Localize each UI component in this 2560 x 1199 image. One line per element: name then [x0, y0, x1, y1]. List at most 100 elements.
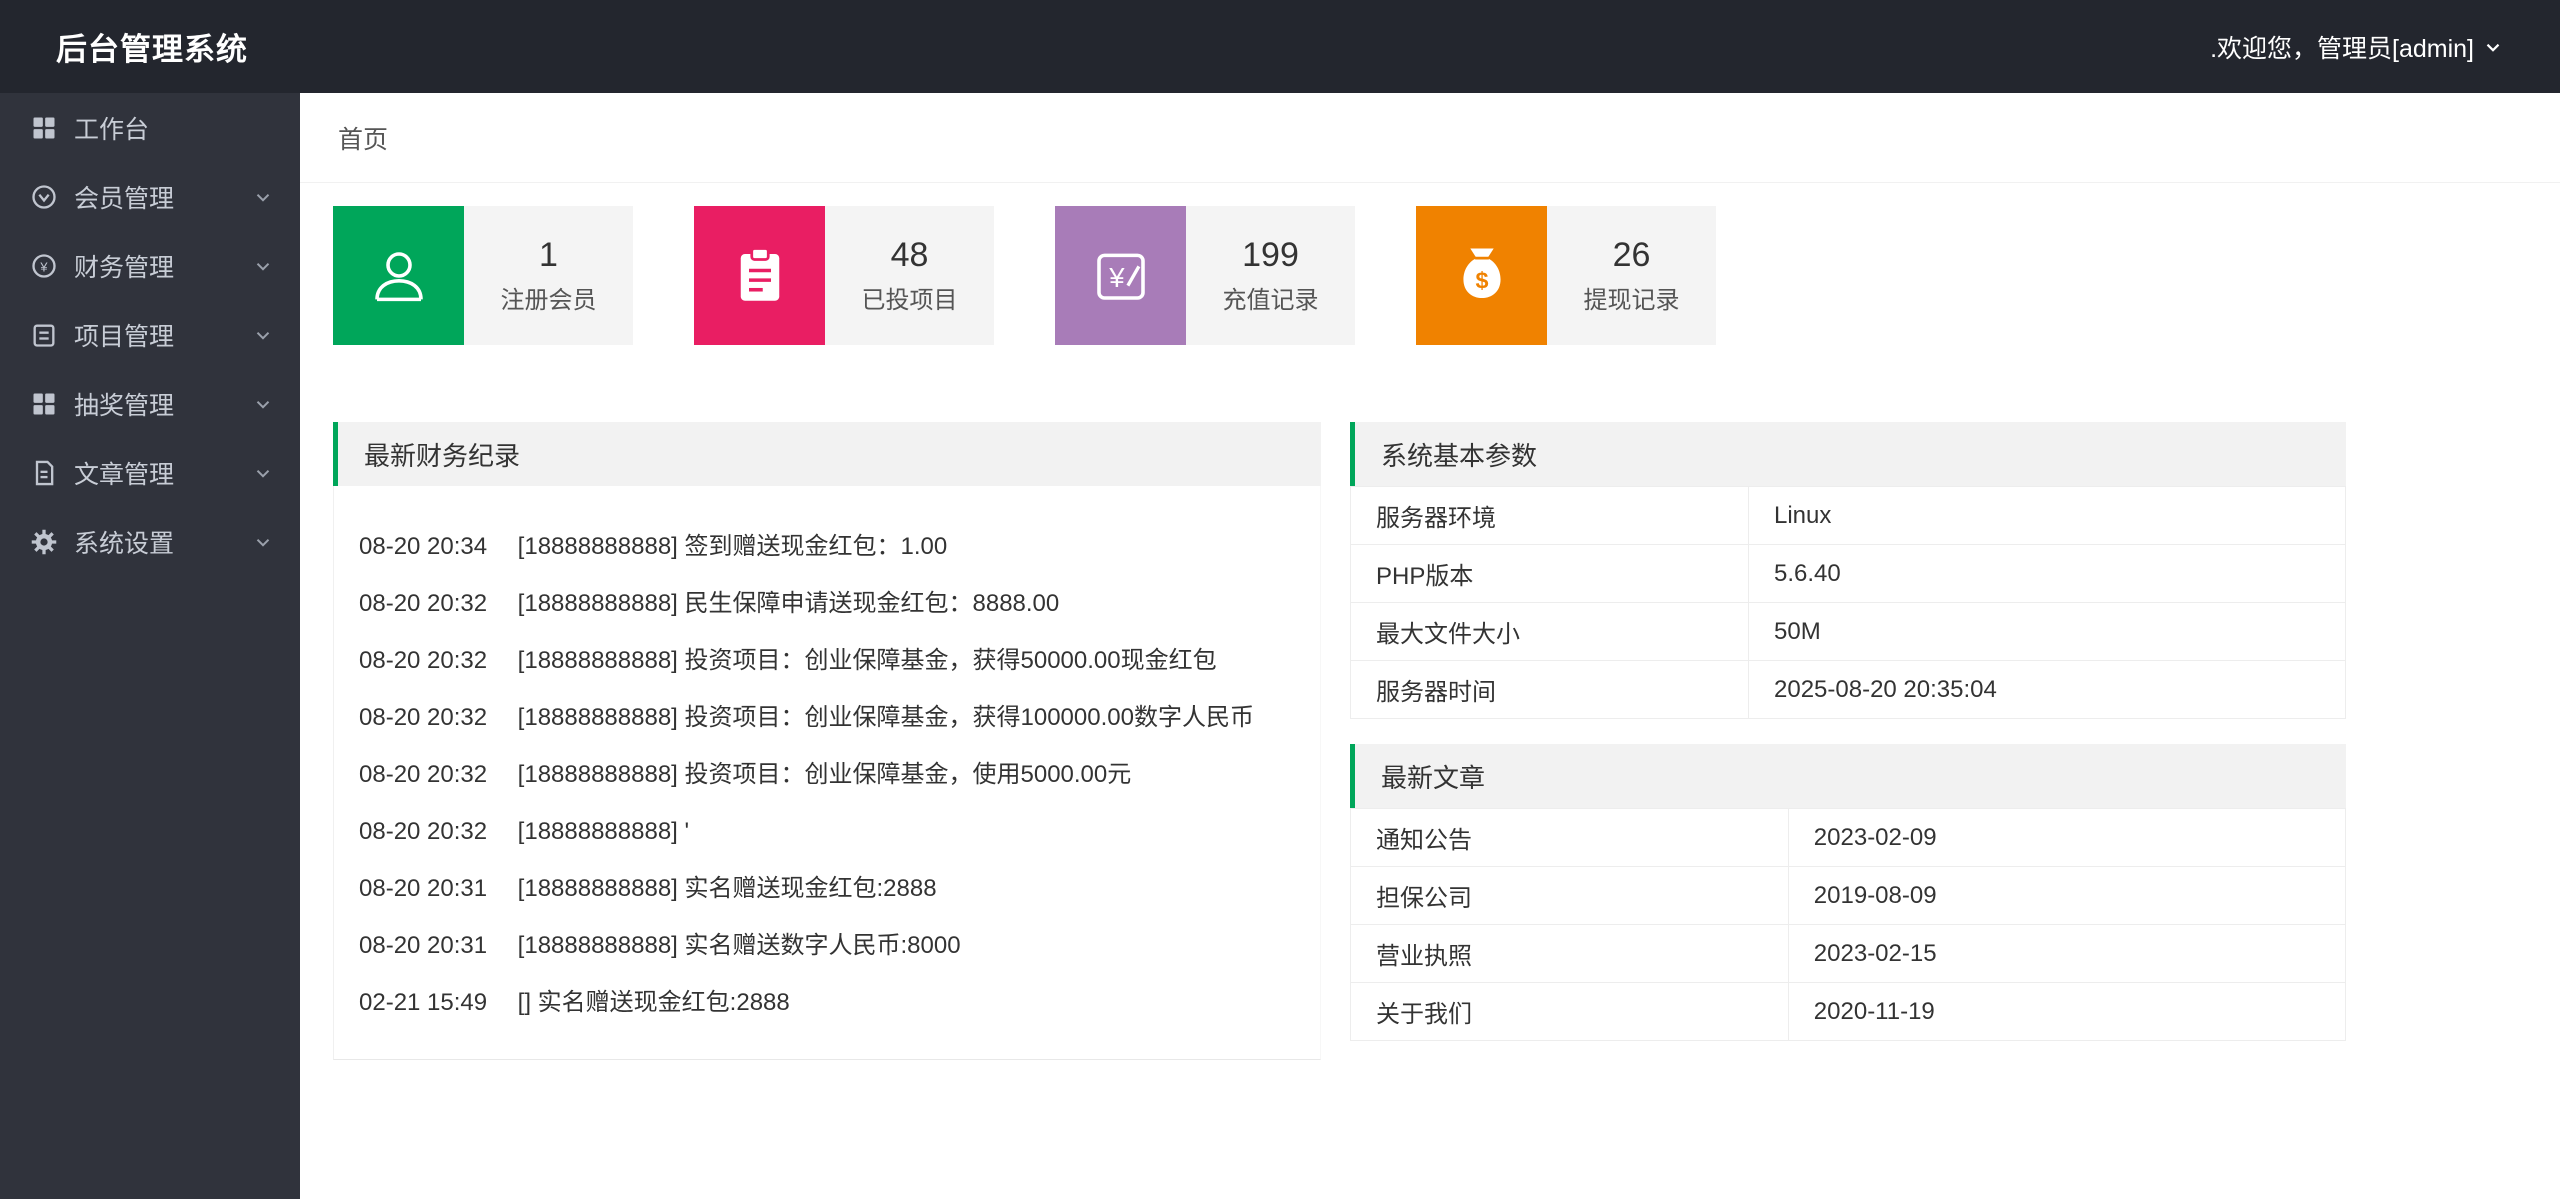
- param-key: 服务器时间: [1350, 660, 1749, 719]
- record-text: [18888888888] 投资项目：创业保障基金，使用5000.00元: [517, 761, 1132, 788]
- param-key: PHP版本: [1350, 544, 1749, 603]
- table-row: 服务器时间 2025-08-20 20:35:04: [1350, 660, 2346, 719]
- finance-panel: 最新财务纪录 08-20 20:34 [18888888888] 签到赠送现金红…: [333, 422, 1321, 1060]
- finance-panel-header: 最新财务纪录: [333, 422, 1321, 486]
- chevron-down-icon: [252, 531, 274, 553]
- record-time: 08-20 20:32: [359, 704, 488, 731]
- sidebar-item-finance[interactable]: ¥ 财务管理: [0, 231, 300, 300]
- record-text: [] 实名赠送现金红包:2888: [517, 989, 790, 1016]
- panel-title: 系统基本参数: [1381, 440, 1538, 471]
- table-row: 营业执照 2023-02-15: [1350, 924, 2347, 983]
- record-time: 08-20 20:31: [359, 875, 488, 902]
- stat-value: 1: [539, 236, 558, 274]
- stat-card-info: 199 充值记录: [1186, 206, 1355, 345]
- article-title: 通知公告: [1350, 808, 1789, 867]
- finance-record: 08-20 20:32 [18888888888] ': [359, 803, 1320, 860]
- sidebar-item-label: 工作台: [74, 115, 150, 144]
- record-text: [18888888888] 民生保障申请送现金红包：8888.00: [517, 590, 1060, 617]
- table-row: 担保公司 2019-08-09: [1350, 866, 2347, 925]
- record-time: 08-20 20:32: [359, 590, 488, 617]
- stat-card-recharges: ¥ 199 充值记录: [1055, 206, 1355, 345]
- article-title: 担保公司: [1350, 866, 1789, 925]
- stat-label: 充值记录: [1222, 287, 1319, 314]
- sidebar-item-label: 系统设置: [74, 529, 175, 558]
- panel-title: 最新文章: [1381, 762, 1486, 793]
- user-menu[interactable]: .欢迎您，管理员[admin]: [2210, 29, 2504, 65]
- sidebar-item-settings[interactable]: 系统设置: [0, 507, 300, 576]
- chevron-down-icon: [252, 186, 274, 208]
- finance-record: 08-20 20:32 [18888888888] 投资项目：创业保障基金，获得…: [359, 689, 1320, 746]
- lottery-icon: [30, 390, 58, 418]
- article-title: 关于我们: [1350, 982, 1789, 1041]
- sidebar-item-members[interactable]: 会员管理: [0, 162, 300, 231]
- svg-text:¥: ¥: [1108, 262, 1125, 293]
- param-key: 最大文件大小: [1350, 602, 1749, 661]
- dashboard-panels: 最新财务纪录 08-20 20:34 [18888888888] 签到赠送现金红…: [333, 422, 2560, 1060]
- app-title: 后台管理系统: [56, 32, 248, 67]
- param-key: 服务器环境: [1350, 486, 1749, 545]
- stat-card-projects: 48 已投项目: [694, 206, 994, 345]
- finance-record: 08-20 20:32 [18888888888] 投资项目：创业保障基金，获得…: [359, 632, 1320, 689]
- finance-record: 08-20 20:31 [18888888888] 实名赠送数字人民币:8000: [359, 917, 1320, 974]
- record-time: 08-20 20:31: [359, 932, 488, 959]
- record-time: 08-20 20:32: [359, 761, 488, 788]
- table-row: PHP版本 5.6.40: [1350, 544, 2346, 603]
- welcome-text: .欢迎您，管理员[admin]: [2210, 34, 2474, 63]
- param-value: Linux: [1748, 486, 2346, 545]
- record-time: 02-21 15:49: [359, 989, 488, 1016]
- article-date: 2019-08-09: [1787, 866, 2347, 925]
- finance-icon: ¥: [30, 252, 58, 280]
- sidebar: 工作台 会员管理 ¥ 财务管理 项目管理 抽奖管理 文章管理 系统设置: [0, 93, 300, 1199]
- moneybag-icon: $: [1416, 206, 1547, 345]
- sidebar-item-lottery[interactable]: 抽奖管理: [0, 369, 300, 438]
- stat-value: 26: [1612, 236, 1651, 274]
- article-date: 2020-11-19: [1787, 982, 2347, 1041]
- sidebar-item-projects[interactable]: 项目管理: [0, 300, 300, 369]
- stat-card-info: 1 注册会员: [464, 206, 633, 345]
- sidebar-item-label: 抽奖管理: [74, 391, 175, 420]
- right-column: 系统基本参数 服务器环境 Linux PHP版本 5.6.40 最大文件大小 5…: [1350, 422, 2347, 1041]
- system-panel-header: 系统基本参数: [1350, 422, 2346, 486]
- article-title: 营业执照: [1350, 924, 1789, 983]
- member-icon: [30, 183, 58, 211]
- record-text: [18888888888] 投资项目：创业保障基金，获得50000.00现金红包: [517, 647, 1217, 674]
- chevron-down-icon: [252, 462, 274, 484]
- article-icon: [30, 459, 58, 487]
- content: 1 注册会员 48 已投项目 ¥ 199 充值记录 $ 26 提现记录 最新财务…: [300, 183, 2560, 1060]
- sidebar-item-articles[interactable]: 文章管理: [0, 438, 300, 507]
- stat-label: 注册会员: [500, 287, 597, 314]
- finance-record: 08-20 20:34 [18888888888] 签到赠送现金红包：1.00: [359, 518, 1320, 575]
- article-date: 2023-02-15: [1787, 924, 2347, 983]
- stat-value: 199: [1242, 236, 1299, 274]
- breadcrumb-home-link[interactable]: 首页: [338, 120, 388, 156]
- svg-text:¥: ¥: [39, 259, 48, 274]
- chevron-down-icon: [2482, 36, 2504, 58]
- system-params-table: 服务器环境 Linux PHP版本 5.6.40 最大文件大小 50M 服务器时…: [1350, 486, 2346, 719]
- sidebar-item-label: 财务管理: [74, 253, 175, 282]
- finance-record: 08-20 20:32 [18888888888] 民生保障申请送现金红包：88…: [359, 575, 1320, 632]
- sidebar-item-label: 项目管理: [74, 322, 175, 351]
- record-text: [18888888888] 签到赠送现金红包：1.00: [517, 533, 948, 560]
- stat-card-info: 26 提现记录: [1547, 206, 1716, 345]
- table-row: 通知公告 2023-02-09: [1350, 808, 2347, 867]
- record-time: 08-20 20:32: [359, 647, 488, 674]
- stat-card-info: 48 已投项目: [825, 206, 994, 345]
- articles-panel-header: 最新文章: [1350, 744, 2346, 808]
- topbar: 后台管理系统 .欢迎您，管理员[admin]: [0, 0, 2560, 93]
- system-panel: 系统基本参数 服务器环境 Linux PHP版本 5.6.40 最大文件大小 5…: [1350, 422, 2346, 719]
- record-text: [18888888888] 实名赠送数字人民币:8000: [517, 932, 961, 959]
- finance-record: 08-20 20:32 [18888888888] 投资项目：创业保障基金，使用…: [359, 746, 1320, 803]
- sidebar-item-label: 文章管理: [74, 460, 175, 489]
- table-row: 服务器环境 Linux: [1350, 486, 2346, 545]
- stat-card-withdrawals: $ 26 提现记录: [1416, 206, 1716, 345]
- stat-label: 提现记录: [1583, 287, 1680, 314]
- chevron-down-icon: [252, 324, 274, 346]
- breadcrumb: 首页: [300, 93, 2560, 183]
- sidebar-item-workbench[interactable]: 工作台: [0, 93, 300, 162]
- record-time: 08-20 20:32: [359, 818, 488, 845]
- record-time: 08-20 20:34: [359, 533, 488, 560]
- table-row: 最大文件大小 50M: [1350, 602, 2346, 661]
- finance-record: 08-20 20:31 [18888888888] 实名赠送现金红包:2888: [359, 860, 1320, 917]
- articles-table: 通知公告 2023-02-09 担保公司 2019-08-09 营业执照 202…: [1350, 808, 2347, 1041]
- chevron-down-icon: [252, 255, 274, 277]
